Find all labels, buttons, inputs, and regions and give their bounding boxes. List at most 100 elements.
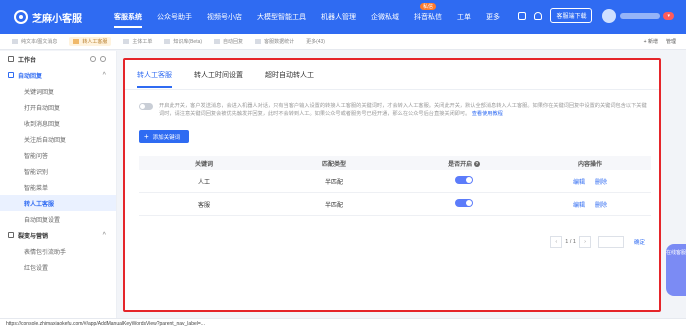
table-row: 人工 半匹配 编辑 删除 bbox=[139, 170, 651, 193]
sidebar-item[interactable]: 收到消息回复 bbox=[0, 115, 116, 131]
sidebar: 工作台 自动回复 ^ 关键词回复 打开自动回复 收到消息回复 关注后自动回复 智… bbox=[0, 51, 117, 321]
prev-page-button[interactable]: ‹ bbox=[550, 236, 563, 248]
page-tab-1[interactable]: 纯文本/图文消息 bbox=[12, 38, 57, 45]
manage-tabs-button[interactable]: 管理 bbox=[666, 38, 676, 45]
nav-item-sph[interactable]: 视频号小店 bbox=[207, 12, 242, 22]
sidebar-item[interactable]: 红包设置 bbox=[0, 259, 116, 275]
page-tab-5[interactable]: 自动回复 bbox=[214, 38, 243, 45]
tab-icon bbox=[255, 39, 262, 44]
app-logo[interactable]: 芝麻小客服 bbox=[14, 10, 114, 25]
user-name-blurred[interactable] bbox=[620, 12, 661, 19]
tab-transfer-human[interactable]: 转人工客服 bbox=[137, 65, 172, 88]
row-enable-toggle[interactable] bbox=[455, 199, 473, 207]
sidebar-group-label: 工作台 bbox=[18, 57, 37, 64]
page-confirm-button[interactable]: 确定 bbox=[634, 238, 645, 246]
nav-right: 客服端下载 ▾ bbox=[518, 8, 674, 23]
tab-label: 转人工客服 bbox=[82, 39, 108, 45]
header-keyword: 关键词 bbox=[194, 161, 213, 168]
search-icon[interactable] bbox=[90, 56, 96, 62]
cell-match: 半匹配 bbox=[324, 202, 343, 209]
delete-link[interactable]: 删除 bbox=[595, 180, 607, 186]
tab-label: 知识库(Beta) bbox=[173, 39, 203, 45]
cell-keyword: 客服 bbox=[197, 202, 210, 209]
sidebar-item[interactable]: 智能问答 bbox=[0, 147, 116, 163]
sidebar-auto-reply[interactable]: 自动回复 ^ bbox=[0, 67, 116, 83]
header-enabled-label: 是否开启 bbox=[448, 161, 473, 168]
keyword-table: 关键词 匹配类型 是否开启 ? 内容操作 人工 半匹配 编辑 删除 客服 半匹配 … bbox=[139, 156, 651, 216]
new-badge: 私信 bbox=[420, 3, 437, 10]
sidebar-workbench[interactable]: 工作台 bbox=[0, 51, 116, 67]
tab-icon bbox=[214, 39, 221, 44]
page-tab-4[interactable]: 知识库(Beta) bbox=[164, 38, 202, 45]
sidebar-item[interactable]: 关键词回复 bbox=[0, 83, 116, 99]
switch-description: 开启此开关，客户发送消息，会进入机器人对话，只有当客户输入设置的转接人工客服的关… bbox=[139, 102, 651, 118]
sidebar-item[interactable]: 打开自动回复 bbox=[0, 99, 116, 115]
download-client-button[interactable]: 客服端下载 bbox=[550, 8, 593, 23]
tab-tools: + 新增 管理 bbox=[636, 38, 676, 45]
message-icon[interactable] bbox=[518, 11, 527, 20]
nav-item-llm[interactable]: 大模型智能工具 bbox=[257, 12, 306, 22]
tab-icon bbox=[12, 39, 18, 44]
page-tab-count[interactable]: 更多(43) bbox=[306, 38, 325, 45]
cell-keyword: 人工 bbox=[197, 179, 210, 186]
bell-icon[interactable] bbox=[534, 11, 543, 20]
edit-link[interactable]: 编辑 bbox=[573, 203, 585, 209]
header-match: 匹配类型 bbox=[321, 161, 346, 168]
add-keyword-button[interactable]: + 添加关键词 bbox=[139, 130, 189, 143]
page-jump-input[interactable] bbox=[597, 236, 624, 248]
tab-label: 客服数据统计 bbox=[264, 39, 295, 45]
sidebar-item[interactable]: 智能识别 bbox=[0, 163, 116, 179]
online-support-button[interactable]: 在线客服 bbox=[666, 244, 686, 296]
sidebar-item[interactable]: 智能菜单 bbox=[0, 179, 116, 195]
tab-transfer-time[interactable]: 转人工时间设置 bbox=[194, 65, 243, 85]
nav-item-qiwei[interactable]: 企微私域 bbox=[371, 12, 399, 22]
page-tabbar: 纯文本/图文消息 转人工客服 主体工单 知识库(Beta) 自动回复 客服数据统… bbox=[0, 34, 686, 50]
sidebar-marketing[interactable]: 裂变与营销 ^ bbox=[0, 227, 116, 243]
row-enable-toggle[interactable] bbox=[455, 176, 473, 184]
status-url: https://console.zhimaxiaokefu.com/#/app/… bbox=[0, 318, 686, 330]
chevron-up-icon: ^ bbox=[102, 72, 106, 78]
table-row: 客服 半匹配 编辑 删除 bbox=[139, 193, 651, 216]
page-tab-2[interactable]: 转人工客服 bbox=[69, 37, 112, 46]
description-text: 开启此开关，客户发送消息，会进入机器人对话，只有当客户输入设置的转接人工客服的关… bbox=[159, 102, 651, 118]
inner-tabs: 转人工客服 转人工时间设置 超时自动转人工 bbox=[125, 60, 659, 90]
keyword-switch-toggle[interactable] bbox=[139, 103, 153, 110]
table-header: 关键词 匹配类型 是否开启 ? 内容操作 bbox=[139, 156, 651, 170]
collapse-icon[interactable] bbox=[100, 56, 106, 62]
page-tab-3[interactable]: 主体工单 bbox=[123, 38, 152, 45]
delete-link[interactable]: 删除 bbox=[595, 203, 607, 209]
help-link[interactable]: 查看使用教程 bbox=[472, 111, 503, 117]
pagination: ‹ 1 / 1 › 确定 bbox=[547, 236, 645, 248]
sidebar-item-transfer-human[interactable]: 转人工客服 bbox=[0, 195, 116, 211]
cell-actions: 编辑 删除 bbox=[529, 200, 651, 209]
nav-item-douyin[interactable]: 私信 抖音私信 bbox=[414, 3, 442, 22]
nav-item-gzh[interactable]: 公众号助手 bbox=[157, 12, 192, 22]
page-tab-6[interactable]: 客服数据统计 bbox=[255, 38, 294, 45]
header-enabled: 是否开启 ? bbox=[399, 159, 529, 168]
page-indicator: 1 / 1 bbox=[565, 239, 576, 245]
nav-item-kefu[interactable]: 客服系统 bbox=[114, 12, 142, 28]
sidebar-item[interactable]: 表情包引流助手 bbox=[0, 243, 116, 259]
cell-match: 半匹配 bbox=[324, 179, 343, 186]
main-panel: 转人工客服 转人工时间设置 超时自动转人工 开启此开关，客户发送消息，会进入机器… bbox=[123, 58, 661, 312]
tab-label: 纯文本/图文消息 bbox=[21, 39, 58, 45]
help-icon[interactable]: ? bbox=[473, 160, 480, 167]
sidebar-item[interactable]: 关注后自动回复 bbox=[0, 131, 116, 147]
sidebar-item[interactable]: 自动回复设置 bbox=[0, 211, 116, 227]
logo-icon bbox=[14, 10, 28, 24]
top-nav: 芝麻小客服 客服系统 公众号助手 视频号小店 大模型智能工具 机器人管理 企微私… bbox=[0, 0, 686, 34]
add-tab-button[interactable]: + 新增 bbox=[644, 38, 658, 45]
tab-icon bbox=[123, 39, 130, 44]
next-page-button[interactable]: › bbox=[578, 236, 591, 248]
tab-timeout-transfer[interactable]: 超时自动转人工 bbox=[265, 65, 314, 85]
cell-enabled bbox=[399, 176, 529, 186]
description-body: 开启此开关，客户发送消息，会进入机器人对话，只有当客户输入设置的转接人工客服的关… bbox=[159, 103, 647, 117]
account-dropdown[interactable]: ▾ bbox=[663, 11, 674, 20]
nav-item-ticket[interactable]: 工单 bbox=[457, 12, 471, 22]
nav-item-robot[interactable]: 机器人管理 bbox=[321, 12, 356, 22]
add-keyword-label: 添加关键词 bbox=[152, 134, 181, 141]
avatar[interactable] bbox=[602, 8, 617, 23]
nav-item-more[interactable]: 更多 bbox=[486, 12, 500, 22]
edit-link[interactable]: 编辑 bbox=[573, 180, 585, 186]
home-icon bbox=[8, 56, 14, 62]
